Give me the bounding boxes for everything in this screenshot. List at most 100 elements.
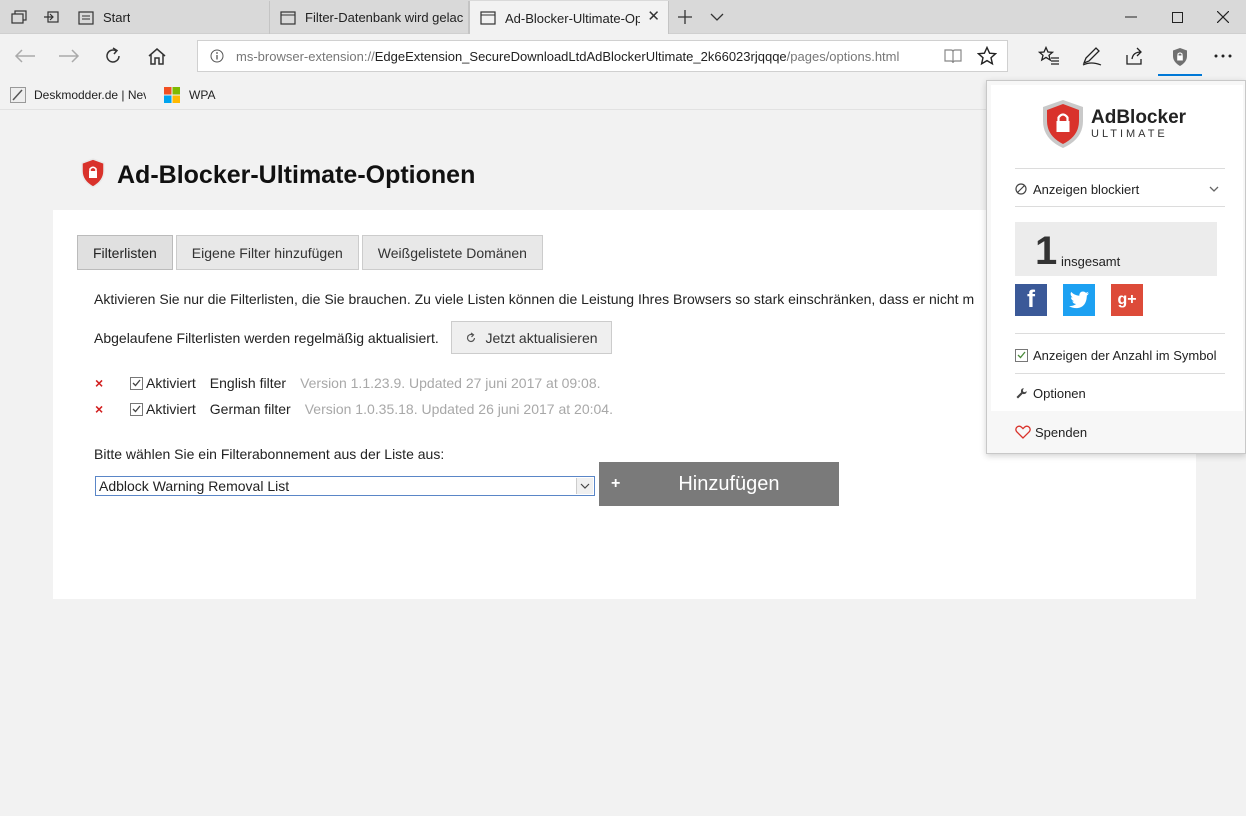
- info-icon[interactable]: [210, 49, 224, 63]
- divider: [1015, 333, 1225, 334]
- filter-status: Aktiviert: [146, 401, 196, 417]
- page-title: Ad-Blocker-Ultimate-Optionen: [117, 161, 476, 189]
- block-icon: [1015, 183, 1027, 195]
- filter-enabled-checkbox[interactable]: [130, 376, 143, 390]
- donate-link[interactable]: Spenden: [1015, 423, 1223, 441]
- tab-adblocker-options[interactable]: Ad-Blocker-Ultimate-Op ✕: [469, 1, 669, 35]
- show-count-checkbox[interactable]: [1015, 348, 1028, 362]
- google-plus-share-button[interactable]: g+: [1111, 284, 1143, 316]
- tab-start[interactable]: Start: [68, 1, 270, 34]
- home-icon[interactable]: [142, 42, 172, 70]
- refresh-icon[interactable]: [98, 42, 128, 70]
- deskmodder-favicon: [10, 86, 26, 103]
- blocked-ads-dropdown[interactable]: Anzeigen blockiert: [1015, 180, 1223, 198]
- brand-subtitle: ULTIMATE: [1091, 128, 1168, 140]
- filter-status: Aktiviert: [146, 375, 196, 391]
- adblocker-extension-shield-icon[interactable]: [1158, 40, 1202, 76]
- url-host: EdgeExtension_SecureDownloadLtdAdBlocker…: [374, 48, 787, 64]
- add-subscription-button[interactable]: + Hinzufügen: [599, 462, 839, 506]
- update-now-button[interactable]: Jetzt aktualisieren: [451, 321, 612, 354]
- tab-label: Start: [103, 10, 131, 25]
- divider: [1015, 206, 1225, 207]
- favorite-wpa[interactable]: WPA: [164, 86, 215, 103]
- page-icon: [78, 10, 94, 25]
- filter-version: Version 1.0.35.18. Updated 26 juni 2017 …: [304, 401, 613, 417]
- filter-subscription-select[interactable]: Adblock Warning Removal List: [95, 476, 595, 496]
- remove-filter-icon[interactable]: ×: [95, 375, 130, 391]
- set-aside-tabs-icon[interactable]: [38, 5, 64, 29]
- add-button-label: Hinzufügen: [678, 472, 780, 495]
- url-path: /pages/options.html: [786, 48, 900, 64]
- remove-filter-icon[interactable]: ×: [95, 401, 130, 417]
- share-icon[interactable]: [1120, 42, 1150, 70]
- close-tab-icon[interactable]: ✕: [647, 9, 660, 25]
- google-plus-icon: g+: [1117, 291, 1137, 308]
- facebook-share-button[interactable]: f: [1015, 284, 1047, 316]
- plus-icon: +: [611, 475, 621, 492]
- show-count-label: Anzeigen der Anzahl im Symbol: [1033, 347, 1217, 363]
- show-count-toggle[interactable]: Anzeigen der Anzahl im Symbol: [1015, 346, 1223, 364]
- tab-manager-icon[interactable]: [6, 5, 32, 29]
- select-value: Adblock Warning Removal List: [99, 478, 290, 494]
- favorites-hub-icon[interactable]: [1034, 42, 1064, 70]
- filter-row-german: × Aktiviert German filter Version 1.0.35…: [95, 399, 613, 419]
- update-info-text: Abgelaufene Filterlisten werden regelmäß…: [94, 330, 439, 346]
- twitter-icon: [1069, 291, 1089, 309]
- brand-name: AdBlocker: [1091, 107, 1187, 128]
- tab-label: Filter-Datenbank wird gelac: [305, 10, 464, 25]
- tab-filter-database[interactable]: Filter-Datenbank wird gelac: [270, 1, 469, 34]
- filter-name: English filter: [209, 375, 287, 391]
- wrench-icon: [1016, 387, 1027, 398]
- windows-logo-icon: [164, 86, 180, 103]
- divider: [1015, 168, 1225, 169]
- maximize-icon[interactable]: [1154, 0, 1200, 34]
- close-window-icon[interactable]: [1200, 0, 1246, 34]
- web-note-pen-icon[interactable]: [1077, 42, 1107, 70]
- subscribe-label: Bitte wählen Sie ein Filterabonnement au…: [94, 446, 445, 462]
- address-bar[interactable]: ms-browser-extension://EdgeExtension_Sec…: [197, 40, 1008, 72]
- url-scheme: ms-browser-extension://: [236, 48, 375, 64]
- filter-row-english: × Aktiviert English filter Version 1.1.2…: [95, 373, 601, 393]
- options-link[interactable]: Optionen: [1015, 384, 1223, 402]
- page-icon: [480, 11, 496, 25]
- new-tab-icon[interactable]: [672, 5, 698, 29]
- favorite-deskmodder[interactable]: Deskmodder.de | Nev: [10, 86, 146, 103]
- chevron-down-icon: [1209, 186, 1219, 192]
- tab-whitelisted-domains[interactable]: Weißgelistete Domänen: [361, 235, 543, 270]
- heart-icon: [1015, 425, 1031, 439]
- adblocker-shield-logo-icon: [81, 158, 105, 188]
- tab-preview-chevron-down-icon[interactable]: [704, 5, 730, 29]
- more-options-icon[interactable]: [1208, 42, 1238, 70]
- reading-view-icon[interactable]: [943, 47, 963, 68]
- blocked-label: Anzeigen blockiert: [1033, 181, 1140, 197]
- chevron-down-icon[interactable]: [576, 478, 593, 494]
- blocked-count-label: insgesamt: [1061, 254, 1121, 269]
- tab-filterlisten[interactable]: Filterlisten: [77, 235, 173, 270]
- adblocker-popup: AdBlocker ULTIMATE Anzeigen blockiert 1 …: [986, 80, 1246, 454]
- options-tabs: Filterlisten Eigene Filter hinzufügen We…: [77, 235, 546, 270]
- update-button-label: Jetzt aktualisieren: [485, 329, 598, 346]
- divider: [1015, 373, 1225, 374]
- page-icon: [280, 10, 296, 25]
- browser-window: Start Filter-Datenbank wird gelac Ad-Blo…: [0, 0, 1246, 816]
- twitter-share-button[interactable]: [1063, 284, 1095, 316]
- refresh-icon: [467, 332, 476, 342]
- donate-label: Spenden: [1035, 424, 1088, 440]
- options-label: Optionen: [1033, 385, 1086, 401]
- blocked-count: 1: [1035, 229, 1058, 273]
- favorite-star-icon[interactable]: [976, 45, 998, 69]
- forward-icon[interactable]: [54, 42, 84, 70]
- filter-name: German filter: [209, 401, 291, 417]
- back-icon[interactable]: [10, 42, 40, 70]
- checkmark-icon: [132, 405, 141, 413]
- checkmark-icon: [132, 379, 141, 387]
- intro-text: Aktivieren Sie nur die Filterlisten, die…: [94, 291, 975, 307]
- popup-brand: AdBlocker ULTIMATE: [1041, 99, 1186, 149]
- tab-eigene-filter[interactable]: Eigene Filter hinzufügen: [175, 235, 359, 270]
- minimize-icon[interactable]: [1108, 0, 1154, 34]
- blocked-count-box: 1 insgesamt: [1015, 222, 1217, 276]
- checkmark-icon: [1017, 351, 1026, 359]
- filter-version: Version 1.1.23.9. Updated 27 juni 2017 a…: [300, 375, 601, 391]
- tab-bar: Start Filter-Datenbank wird gelac Ad-Blo…: [0, 0, 1246, 35]
- filter-enabled-checkbox[interactable]: [130, 402, 143, 416]
